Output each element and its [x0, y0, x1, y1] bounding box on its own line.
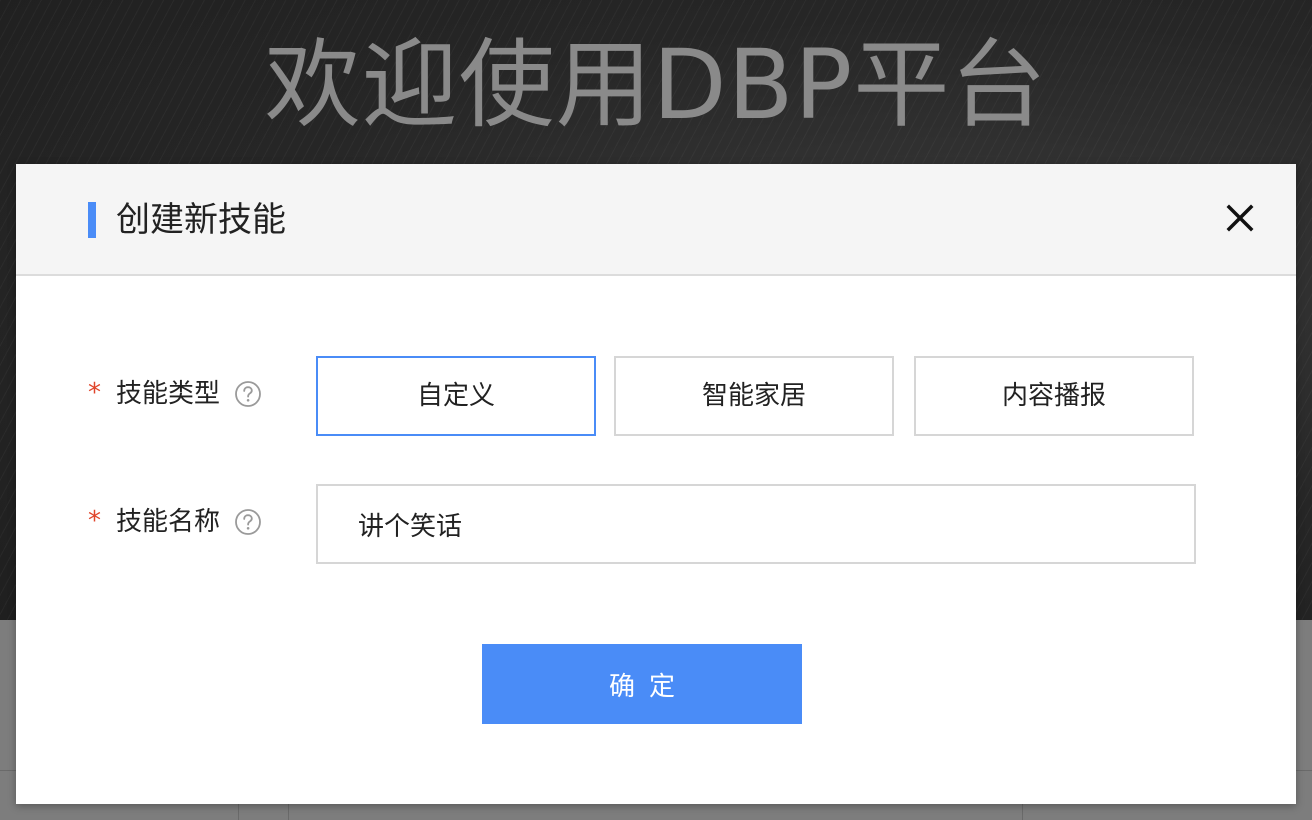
required-mark: *	[88, 378, 101, 408]
confirm-button[interactable]: 确定	[482, 644, 802, 724]
create-skill-dialog: 创建新技能 * 技能类型 自定义 智能家居 内容播报 * 技能名称 讲个笑话 确…	[16, 164, 1296, 804]
dialog-header: 创建新技能	[16, 164, 1296, 276]
page: 欢迎使用DBP平台 创建新技能 * 技能类型 自定义 智能家居 内容播报 * 技…	[0, 0, 1312, 820]
skill-type-option-smart-home[interactable]: 智能家居	[614, 356, 894, 436]
required-mark: *	[88, 506, 101, 536]
skill-name-label: 技能名称	[116, 507, 221, 537]
hero-title: 欢迎使用DBP平台	[264, 29, 1048, 141]
skill-type-option-custom[interactable]: 自定义	[316, 356, 596, 436]
close-button[interactable]	[1224, 202, 1256, 234]
header-accent-bar	[88, 202, 96, 238]
question-circle-icon[interactable]	[234, 508, 262, 536]
dialog-title: 创建新技能	[116, 200, 286, 240]
skill-type-row: * 技能类型 自定义 智能家居 内容播报	[16, 356, 1296, 436]
skill-name-row: * 技能名称	[16, 484, 1296, 564]
skill-name-input[interactable]	[316, 484, 1196, 564]
close-icon	[1226, 204, 1254, 232]
question-circle-icon[interactable]	[234, 380, 262, 408]
skill-type-label: 技能类型	[116, 379, 221, 409]
skill-type-option-content-broadcast[interactable]: 内容播报	[914, 356, 1194, 436]
